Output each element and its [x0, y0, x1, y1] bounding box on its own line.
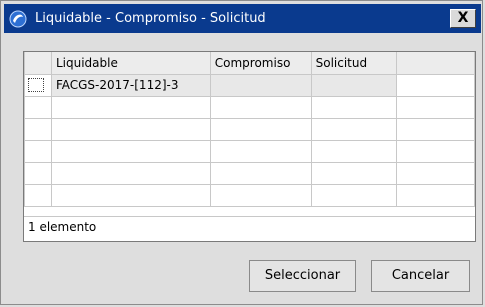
results-table: Liquidable Compromiso Solicitud FACGS-20… — [24, 52, 475, 207]
row-checkbox-cell[interactable] — [24, 73, 52, 97]
column-header-liquidable[interactable]: Liquidable — [50, 52, 211, 75]
empty-row — [24, 183, 475, 207]
close-button[interactable]: X — [450, 9, 476, 28]
column-header-select[interactable] — [24, 52, 52, 75]
empty-row — [24, 139, 475, 163]
empty-row — [24, 117, 475, 141]
app-icon — [9, 10, 27, 28]
header-row: Liquidable Compromiso Solicitud — [24, 52, 475, 75]
column-header-compromiso[interactable]: Compromiso — [209, 52, 312, 75]
title-bar[interactable]: Liquidable - Compromiso - Solicitud X — [4, 4, 481, 33]
cell-solicitud[interactable] — [310, 73, 398, 97]
cancel-button[interactable]: Cancelar — [371, 260, 470, 292]
item-count-status: 1 elemento — [28, 220, 97, 234]
empty-row — [24, 161, 475, 185]
column-header-solicitud[interactable]: Solicitud — [310, 52, 398, 75]
dialog-window: Liquidable - Compromiso - Solicitud X Li… — [0, 0, 483, 305]
table-row[interactable]: FACGS-2017-[112]-3 — [24, 73, 475, 97]
row-checkbox[interactable] — [28, 78, 44, 93]
cell-filler — [396, 73, 475, 97]
status-divider — [24, 216, 475, 217]
results-grid[interactable]: Liquidable Compromiso Solicitud FACGS-20… — [23, 51, 476, 242]
window-title: Liquidable - Compromiso - Solicitud — [35, 11, 266, 26]
cell-liquidable[interactable]: FACGS-2017-[112]-3 — [50, 73, 211, 97]
empty-row — [24, 95, 475, 119]
select-button[interactable]: Seleccionar — [249, 260, 356, 292]
column-header-filler — [396, 52, 475, 75]
cell-compromiso[interactable] — [209, 73, 312, 97]
